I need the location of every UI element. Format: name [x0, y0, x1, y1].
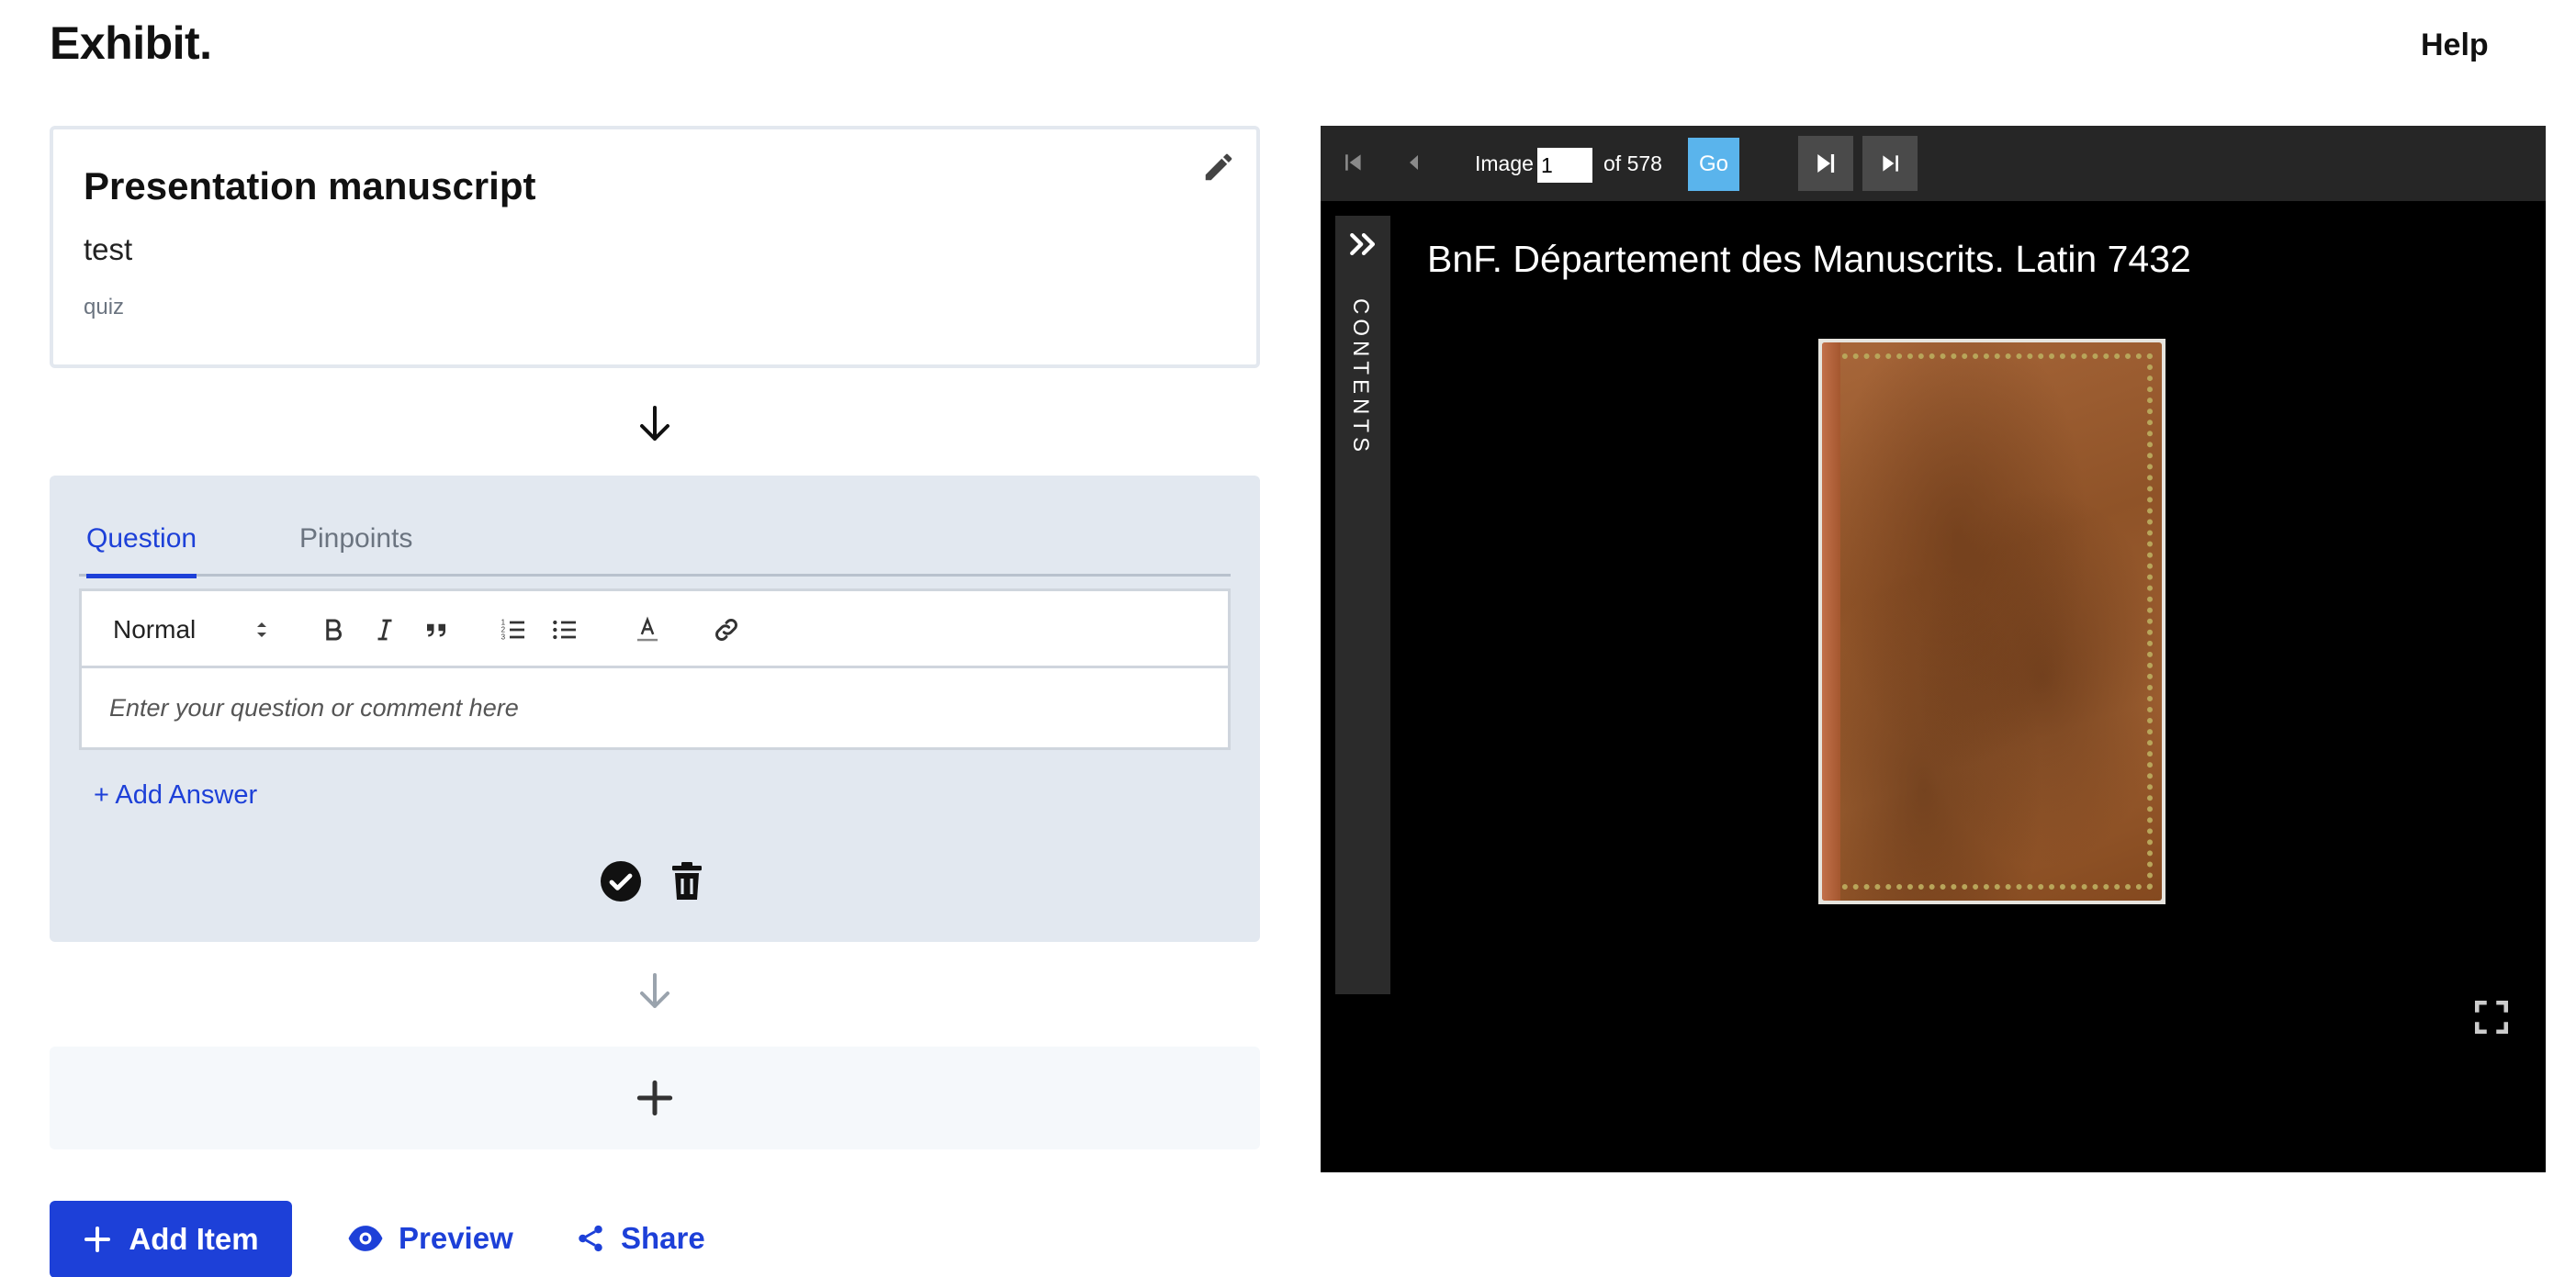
ordered-list-icon: 1 2 3	[501, 619, 524, 642]
link-icon	[715, 619, 737, 641]
add-item-button[interactable]: Add Item	[50, 1201, 292, 1277]
plus-icon	[84, 1227, 111, 1252]
go-button[interactable]: Go	[1688, 138, 1739, 191]
viewer-toolbar: Image of 578 Go	[1321, 126, 2546, 201]
format-select[interactable]: Normal	[113, 613, 269, 646]
ordered-list-button[interactable]: 1 2 3	[495, 611, 532, 648]
add-item-label: Add Item	[129, 1222, 259, 1256]
contents-label: CONTENTS	[1348, 298, 1373, 456]
first-page-button[interactable]	[1335, 144, 1372, 181]
image-label: Image	[1475, 151, 1534, 175]
add-step-button[interactable]	[50, 1047, 1260, 1149]
italic-icon	[377, 619, 392, 641]
preview-button[interactable]: Preview	[347, 1221, 513, 1256]
contents-panel-toggle[interactable]: CONTENTS	[1335, 216, 1390, 994]
text-color-button[interactable]	[629, 611, 666, 648]
bold-button[interactable]	[315, 611, 352, 648]
image-number-input[interactable]	[1537, 148, 1592, 183]
previous-icon	[1410, 155, 1418, 170]
book-cover	[1822, 342, 2162, 901]
arrow-down-icon	[640, 406, 669, 441]
rich-text-editor: Normal 1 2 3 Enter your question or comm…	[79, 588, 1231, 750]
last-page-button[interactable]	[1862, 136, 1918, 191]
item-title: Presentation manuscript	[84, 164, 536, 207]
manuscript-title: BnF. Département des Manuscrits. Latin 7…	[1427, 238, 2191, 280]
text-color-icon	[636, 616, 658, 642]
link-button[interactable]	[708, 611, 745, 648]
next-icon	[1817, 154, 1835, 173]
add-answer-button[interactable]: + Add Answer	[94, 780, 257, 811]
item-info-card: Presentation manuscript test quiz	[50, 126, 1260, 368]
blockquote-icon	[427, 623, 445, 637]
chevron-double-right-icon	[1350, 232, 1376, 256]
previous-page-button[interactable]	[1396, 144, 1433, 181]
bold-icon	[326, 619, 342, 641]
sort-arrows-icon	[257, 622, 266, 637]
share-label: Share	[621, 1221, 705, 1255]
question-tabs: Question Pinpoints	[79, 503, 1231, 578]
item-type-label: quiz	[84, 295, 125, 319]
image-viewer: Image of 578 Go CONTENTS BnF. Départemen…	[1321, 126, 2546, 1172]
check-circle-icon[interactable]	[599, 859, 643, 903]
question-input[interactable]: Enter your question or comment here	[109, 694, 519, 723]
preview-label: Preview	[399, 1221, 513, 1255]
plus-icon	[636, 1080, 673, 1116]
share-icon	[579, 1225, 602, 1252]
question-panel: Question Pinpoints Normal 1 2 3 Enter yo…	[50, 476, 1260, 942]
blockquote-button[interactable]	[418, 611, 455, 648]
format-select-value: Normal	[113, 615, 197, 644]
bullet-list-icon	[553, 620, 576, 640]
editor-toolbar: Normal 1 2 3	[82, 591, 1228, 668]
italic-button[interactable]	[366, 611, 403, 648]
question-actions	[599, 859, 709, 903]
eye-icon	[348, 1226, 383, 1251]
last-page-icon	[1883, 155, 1898, 172]
image-count-label: of 578	[1603, 151, 1662, 175]
tab-question[interactable]: Question	[86, 523, 197, 578]
first-page-icon	[1345, 154, 1361, 171]
item-description: test	[84, 232, 133, 266]
pencil-icon[interactable]	[1201, 150, 1236, 185]
arrow-down-icon	[640, 973, 669, 1008]
tab-pinpoints[interactable]: Pinpoints	[299, 523, 412, 573]
share-button[interactable]: Share	[575, 1221, 705, 1256]
next-page-button[interactable]	[1798, 136, 1853, 191]
svg-text:3: 3	[501, 633, 506, 642]
trash-icon[interactable]	[665, 859, 709, 903]
app-logo[interactable]: Exhibit.	[50, 17, 212, 70]
fullscreen-icon[interactable]	[2472, 998, 2511, 1036]
manuscript-image[interactable]	[1818, 339, 2165, 904]
bullet-list-button[interactable]	[546, 611, 583, 648]
help-link[interactable]: Help	[2421, 28, 2489, 63]
